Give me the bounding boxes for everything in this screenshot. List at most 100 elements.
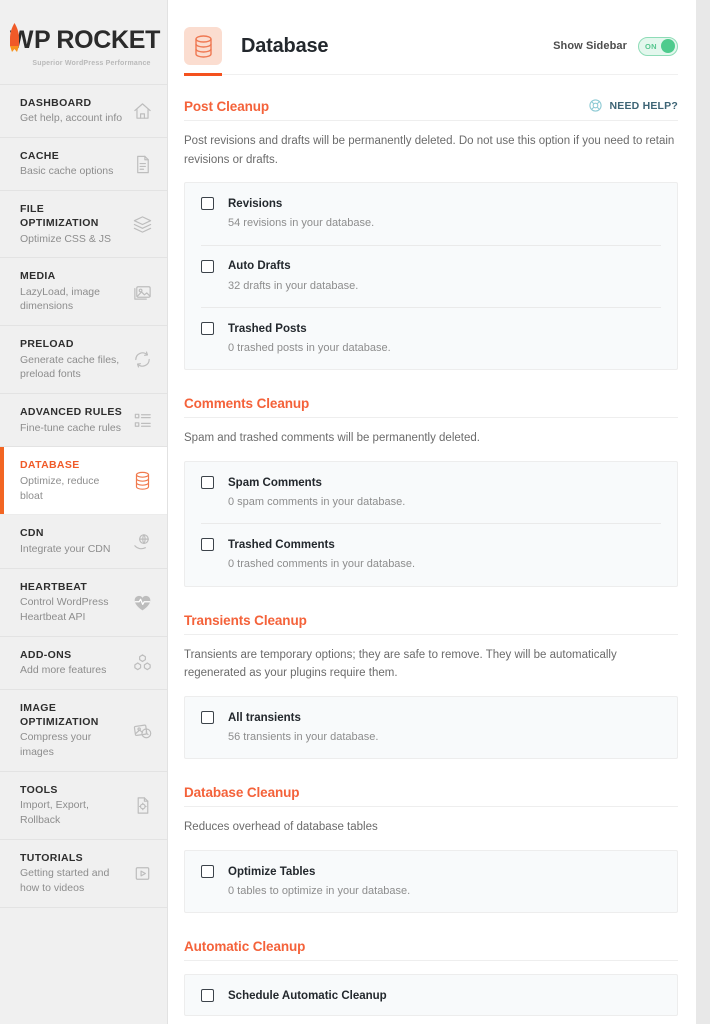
- layers-icon: [131, 213, 153, 235]
- show-sidebar-toggle[interactable]: ON: [638, 36, 678, 56]
- option-label[interactable]: Trashed Posts: [228, 323, 307, 335]
- sidebar-item-text: DASHBOARD Get help, account info: [20, 96, 125, 126]
- video-icon: [131, 862, 153, 884]
- sidebar-item-text: ADVANCED RULES Fine-tune cache rules: [20, 405, 125, 435]
- checkbox-trashed-posts[interactable]: [201, 322, 214, 336]
- checkbox-schedule-automatic-cleanup[interactable]: [201, 989, 214, 1003]
- content-card: Database Show Sidebar ON Post Cleanup NEE…: [168, 0, 696, 1024]
- sidebar-item-text: IMAGE OPTIMIZATION Compress your images: [20, 701, 125, 760]
- option-label[interactable]: Trashed Comments: [228, 539, 335, 551]
- sidebar-item-title: ADD-ONS: [20, 648, 72, 661]
- checkbox-revisions[interactable]: [201, 197, 214, 211]
- option-trashed-posts: Trashed Posts 0 trashed posts in your dat…: [201, 307, 661, 369]
- option-sub: 0 trashed comments in your database.: [228, 558, 416, 571]
- need-help-link[interactable]: NEED HELP?: [588, 98, 678, 114]
- heart-pulse-icon: [131, 591, 153, 613]
- sidebar-item-desc: Generate cache files, preload fonts: [20, 353, 120, 381]
- option-trashed-comments: Trashed Comments 0 trashed comments in yo…: [201, 523, 661, 585]
- option-line: Trashed Comments: [201, 538, 661, 552]
- options-box: Optimize Tables 0 tables to optimize in y…: [184, 850, 678, 914]
- sidebar-item-preload[interactable]: PRELOAD Generate cache files, preload fon…: [0, 326, 167, 395]
- section-post-cleanup: Post Cleanup NEED HELP? Post revisions and…: [184, 76, 678, 371]
- cloud-globe-icon: [131, 530, 153, 552]
- sidebar-item-text: MEDIA LazyLoad, image dimensions: [20, 269, 125, 314]
- page-header: Database Show Sidebar ON: [168, 0, 696, 76]
- checkbox-all-transients[interactable]: [201, 711, 214, 725]
- checkbox-auto-drafts[interactable]: [201, 259, 214, 273]
- sidebar-item-text: PRELOAD Generate cache files, preload fon…: [20, 337, 125, 382]
- sidebar-item-database[interactable]: DATABASE Optimize, reduce bloat: [0, 447, 167, 516]
- checkbox-optimize-tables[interactable]: [201, 865, 214, 879]
- section-description: Spam and trashed comments will be perman…: [184, 432, 480, 445]
- section-description: Transients are temporary options; they a…: [184, 648, 617, 680]
- sidebar-item-text: CDN Integrate your CDN: [20, 526, 125, 556]
- sidebar-item-media[interactable]: MEDIA LazyLoad, image dimensions: [0, 258, 167, 327]
- sidebar-item-advanced-rules[interactable]: ADVANCED RULES Fine-tune cache rules: [0, 394, 167, 448]
- toggle-state-label: ON: [645, 41, 657, 51]
- option-sub: 56 transients in your database.: [228, 731, 379, 744]
- section-header: Comments Cleanup: [184, 396, 678, 417]
- checkbox-trashed-comments[interactable]: [201, 538, 214, 552]
- sidebar-item-title: DASHBOARD: [20, 97, 92, 109]
- option-line: Spam Comments: [201, 476, 661, 490]
- section-automatic-cleanup: Automatic Cleanup Schedule Automatic Clea…: [184, 913, 678, 1017]
- section-title: Automatic Cleanup: [184, 939, 306, 955]
- section-comments-cleanup: Comments Cleanup Spam and trashed comment…: [184, 370, 678, 587]
- sidebar-item-text: HEARTBEAT Control WordPress Heartbeat API: [20, 580, 125, 625]
- option-sub: 0 tables to optimize in your database.: [228, 885, 411, 898]
- image-icon: [131, 281, 153, 303]
- section-title: Database Cleanup: [184, 785, 300, 801]
- option-label[interactable]: Spam Comments: [228, 477, 322, 489]
- sidebar: W P ROCKET Superior WordPress Performanc…: [0, 0, 168, 1024]
- option-revisions: Revisions 54 revisions in your database.: [201, 183, 661, 244]
- sidebar-item-title: TUTORIALS: [20, 851, 84, 864]
- sidebar-item-cache[interactable]: CACHE Basic cache options: [0, 138, 167, 192]
- sidebar-item-desc: Get help, account info: [20, 112, 123, 125]
- option-label[interactable]: All transients: [228, 712, 301, 724]
- sidebar-item-title: TOOLS: [20, 783, 58, 796]
- option-label[interactable]: Revisions: [228, 198, 282, 210]
- document-icon: [131, 153, 153, 175]
- rocket-icon: [7, 23, 22, 57]
- sidebar-item-heartbeat[interactable]: HEARTBEAT Control WordPress Heartbeat API: [0, 569, 167, 637]
- option-label[interactable]: Schedule Automatic Cleanup: [228, 990, 387, 1002]
- wp-rocket-settings-page: W P ROCKET Superior WordPress Performanc…: [0, 0, 710, 1024]
- sidebar-item-title: MEDIA: [20, 270, 56, 283]
- section-divider: [184, 960, 678, 962]
- sidebar-item-desc: Integrate your CDN: [20, 542, 111, 555]
- section-title: Comments Cleanup: [184, 396, 310, 412]
- sidebar-item-file-optimization[interactable]: FILE OPTIMIZATION Optimize CSS & JS: [0, 191, 167, 259]
- sidebar-item-title: IMAGE OPTIMIZATION: [20, 701, 99, 728]
- sidebar-item-text: TUTORIALS Getting started and how to vide…: [20, 851, 125, 896]
- sidebar-item-desc: Optimize, reduce bloat: [20, 474, 100, 502]
- option-sub: 54 revisions in your database.: [228, 217, 375, 230]
- toggle-knob: [661, 39, 675, 53]
- sidebar-item-text: FILE OPTIMIZATION Optimize CSS & JS: [20, 202, 125, 246]
- section-header: Database Cleanup: [184, 785, 678, 806]
- options-box: Spam Comments 0 spam comments in your dat…: [184, 461, 678, 587]
- section-transients-cleanup: Transients Cleanup Transients are tempora…: [184, 587, 678, 760]
- sidebar-item-tutorials[interactable]: TUTORIALS Getting started and how to vide…: [0, 840, 167, 908]
- logo-word-rocket: ROCKET: [56, 25, 161, 54]
- section-title: Transients Cleanup: [184, 612, 307, 628]
- section-description: Post revisions and drafts will be perman…: [184, 135, 675, 166]
- sidebar-item-tools[interactable]: TOOLS Import, Export, Rollback: [0, 772, 167, 840]
- options-box: Revisions 54 revisions in your database. A…: [184, 182, 678, 371]
- sidebar-item-text: CACHE Basic cache options: [20, 149, 125, 179]
- checkbox-spam-comments[interactable]: [201, 476, 214, 490]
- sidebar-item-add-ons[interactable]: ADD-ONS Add more features: [0, 637, 167, 690]
- option-label[interactable]: Auto Drafts: [228, 260, 291, 272]
- database-icon: [131, 470, 153, 492]
- section-header: Automatic Cleanup: [184, 939, 678, 960]
- sidebar-item-image-optimization[interactable]: IMAGE OPTIMIZATION Compress your images: [0, 690, 167, 772]
- sidebar-item-desc: Fine-tune cache rules: [20, 421, 121, 434]
- section-header: Transients Cleanup: [184, 613, 678, 634]
- sidebar-item-desc: Getting started and how to videos: [20, 866, 110, 894]
- sidebar-item-desc: Basic cache options: [20, 165, 114, 178]
- sidebar-item-cdn[interactable]: CDN Integrate your CDN: [0, 515, 167, 569]
- sidebar-item-title: HEARTBEAT: [20, 580, 88, 593]
- option-label[interactable]: Optimize Tables: [228, 866, 315, 878]
- sidebar-item-title: PRELOAD: [20, 338, 74, 351]
- sidebar-item-dashboard[interactable]: DASHBOARD Get help, account info: [0, 85, 167, 139]
- sidebar-item-desc: Add more features: [20, 663, 107, 676]
